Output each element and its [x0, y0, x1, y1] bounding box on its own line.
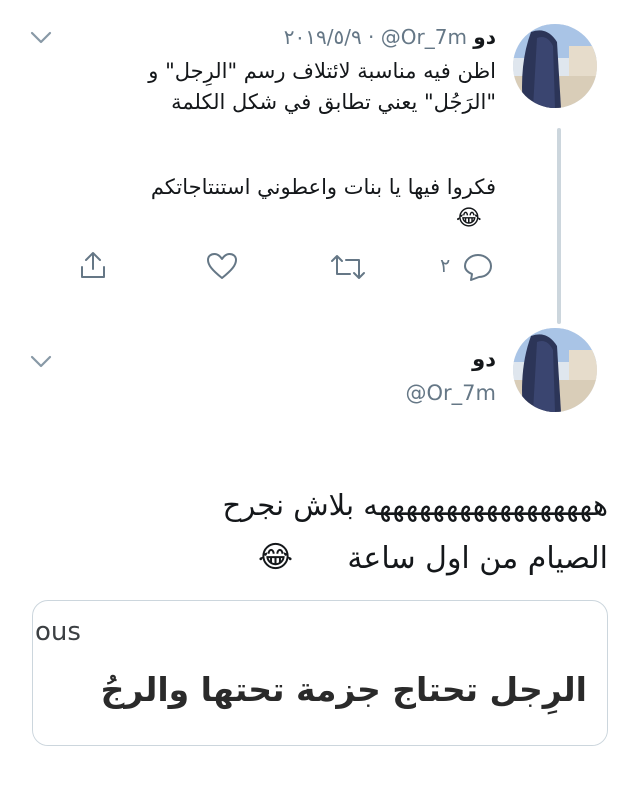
- retweet-button[interactable]: [330, 254, 366, 284]
- avatar-image: [513, 24, 597, 108]
- laughing-emoji: 😂: [258, 540, 294, 575]
- tweet-date[interactable]: ٢٠١٩/٥/٩: [284, 25, 362, 49]
- dot-separator: ·: [368, 25, 375, 49]
- tweet-text-line: هههههههههههههههههه بلاش نجرح: [222, 488, 608, 522]
- tweet-text-line: "الرَجُل" يعني تطابق في شكل الكلمة: [171, 90, 496, 114]
- reply-count: ٢: [440, 255, 451, 277]
- author-handle[interactable]: @Or_7m: [406, 378, 496, 408]
- tweet-text-line: اظن فيه مناسبة لائتلاف رسم "الرِجل" و: [148, 59, 496, 83]
- share-button[interactable]: [78, 250, 108, 284]
- avatar[interactable]: [513, 24, 597, 108]
- author-handle[interactable]: @Or_7m: [381, 25, 467, 49]
- quote-text-overflow: [33, 727, 607, 745]
- reply-button[interactable]: ٢: [440, 252, 496, 282]
- tweet-header: دو @Or_7m · ٢٠١٩/٥/٩: [284, 22, 496, 52]
- thread-line: [557, 128, 561, 324]
- author-name[interactable]: دو: [472, 344, 496, 374]
- avatar-image: [513, 328, 597, 412]
- heart-icon: [207, 253, 237, 279]
- tweet-text-line: الصيام من اول ساعة: [347, 541, 608, 576]
- laughing-emoji: 😂: [456, 206, 482, 231]
- author-name[interactable]: دو: [473, 25, 496, 49]
- like-button[interactable]: [206, 252, 238, 284]
- chevron-down-icon[interactable]: [30, 30, 52, 49]
- tweet-text-line: فكروا فيها يا بنات واعطوني استنتاجاتكم: [150, 175, 496, 199]
- chevron-down-icon[interactable]: [30, 354, 52, 373]
- reply-icon: [464, 254, 492, 281]
- quote-text: الرِجل تحتاج جزمة تحتها والرجُ: [100, 670, 587, 709]
- share-icon: [81, 252, 105, 278]
- quote-label: ous: [35, 617, 81, 647]
- avatar[interactable]: [513, 328, 597, 412]
- quoted-media-card[interactable]: ous الرِجل تحتاج جزمة تحتها والرجُ: [32, 600, 608, 746]
- retweet-icon: [331, 255, 365, 279]
